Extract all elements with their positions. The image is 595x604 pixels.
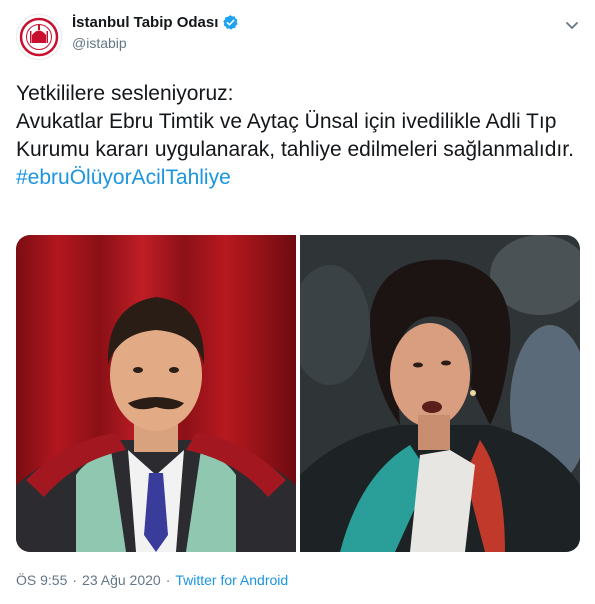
user-info: İstanbul Tabip Odası @istabip: [72, 14, 239, 51]
tweet-text: Yetkililere sesleniyoruz: Avukatlar Ebru…: [16, 80, 586, 192]
media-grid: [16, 235, 580, 552]
tweet-body: Yetkililere sesleniyoruz: Avukatlar Ebru…: [16, 82, 574, 161]
name-row: İstanbul Tabip Odası: [72, 14, 239, 31]
chevron-down-icon[interactable]: [563, 16, 581, 34]
handle[interactable]: @istabip: [72, 35, 239, 51]
photo-right[interactable]: [300, 235, 580, 552]
photo-left[interactable]: [16, 235, 296, 552]
medical-chamber-logo-icon: [19, 17, 59, 57]
tweet-meta: ÖS 9:55 · 23 Ağu 2020 · Twitter for Andr…: [16, 572, 288, 588]
hashtag-link[interactable]: #ebruÖlüyorAcilTahliye: [16, 166, 231, 189]
tweet-date[interactable]: 23 Ağu 2020: [82, 572, 161, 588]
woman-portrait-image: [300, 235, 580, 552]
display-name[interactable]: İstanbul Tabip Odası: [72, 14, 218, 31]
verified-badge-icon: [222, 14, 239, 31]
tweet-source-link[interactable]: Twitter for Android: [175, 572, 288, 588]
meta-separator-2: ·: [165, 572, 171, 588]
man-portrait-image: [16, 235, 296, 552]
tweet-time[interactable]: ÖS 9:55: [16, 572, 67, 588]
meta-separator: ·: [72, 572, 78, 588]
avatar[interactable]: [16, 14, 62, 60]
